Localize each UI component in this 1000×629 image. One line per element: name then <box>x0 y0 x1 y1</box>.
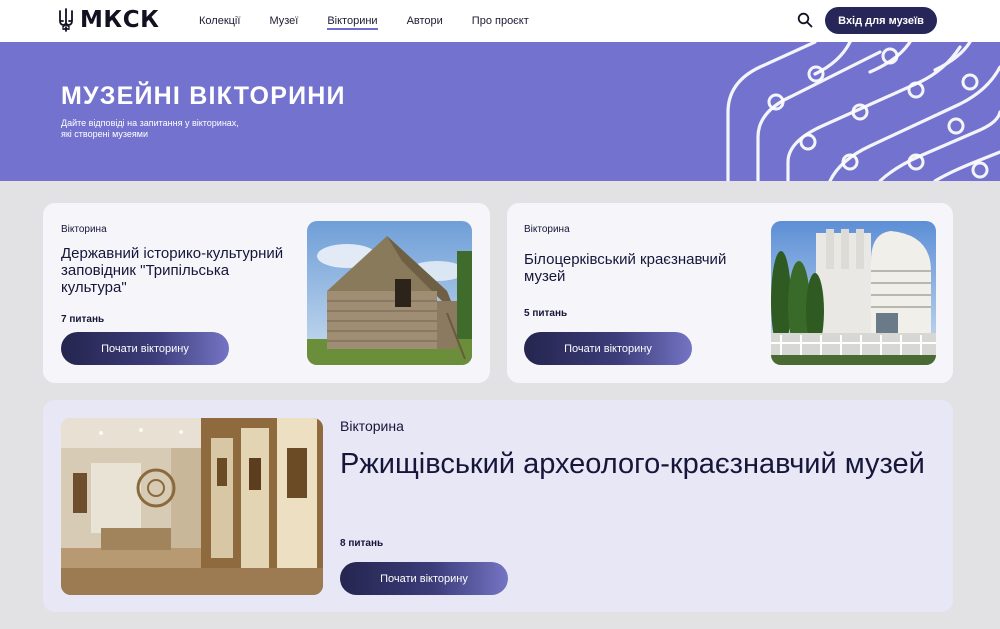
hero-banner: МУЗЕЙНІ ВІКТОРИНИ Дайте відповіді на зап… <box>0 42 1000 181</box>
quiz-card-trypillia[interactable]: Вікторина Державний історико-культурний … <box>43 203 490 383</box>
quiz-question-count: 8 питань <box>340 538 384 549</box>
thatched-house-photo <box>307 221 472 365</box>
start-quiz-button[interactable]: Почати вікторину <box>524 332 692 365</box>
museum-building-photo <box>771 221 936 365</box>
site-header: МКСК Колекції Музеї Вікторини Автори Про… <box>0 0 1000 42</box>
start-quiz-button[interactable]: Почати вікторину <box>61 332 229 365</box>
nav-collections[interactable]: Колекції <box>199 0 240 42</box>
quiz-card-bila-tserkva[interactable]: Вікторина Білоцерківський краєзнавчий му… <box>507 203 953 383</box>
page-title: МУЗЕЙНІ ВІКТОРИНИ <box>61 82 346 110</box>
quiz-title: Білоцерківський краєзнавчий музей <box>524 251 727 285</box>
start-quiz-button[interactable]: Почати вікторину <box>340 562 508 595</box>
nav-quizzes[interactable]: Вікторини <box>327 0 378 42</box>
museum-login-button[interactable]: Вхід для музеїв <box>825 7 937 34</box>
nav-authors[interactable]: Автори <box>407 0 443 42</box>
quiz-title: Державний історико-культурний заповідник… <box>61 245 284 296</box>
quiz-tag: Вікторина <box>340 418 404 434</box>
quiz-tag: Вікторина <box>61 224 107 235</box>
nav-museums[interactable]: Музеї <box>269 0 298 42</box>
quiz-question-count: 7 питань <box>61 314 105 325</box>
nav-about[interactable]: Про проєкт <box>472 0 529 42</box>
exhibition-hall-photo <box>61 418 323 595</box>
page-subtitle: Дайте відповіді на запитання у вікторина… <box>61 118 261 140</box>
page-subtitle-line-2: які створені музеями <box>61 129 149 139</box>
site-logo[interactable]: МКСК <box>58 8 159 32</box>
search-icon[interactable] <box>797 12 813 28</box>
main-nav: Колекції Музеї Вікторини Автори Про проє… <box>199 0 558 42</box>
ornament-pattern-icon <box>726 42 1000 181</box>
logo-text: МКСК <box>80 7 160 33</box>
quiz-tag: Вікторина <box>524 224 570 235</box>
quiz-card-rzhyshchiv[interactable]: Вікторина Ржищівський археолого-краєзнав… <box>43 400 953 612</box>
trident-icon <box>59 8 73 32</box>
page-subtitle-line-1: Дайте відповіді на запитання у вікторина… <box>61 118 239 128</box>
quiz-question-count: 5 питань <box>524 308 568 319</box>
quiz-title: Ржищівський археолого-краєзнавчий музей <box>340 448 925 480</box>
